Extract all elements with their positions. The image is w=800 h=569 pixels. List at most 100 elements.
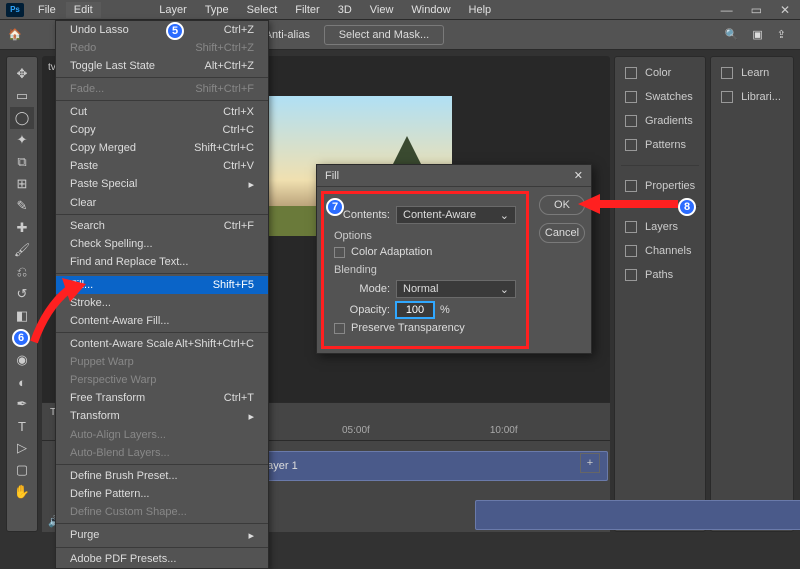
add-track-button[interactable]: + xyxy=(580,453,600,473)
preserve-transparency-checkbox[interactable] xyxy=(334,323,345,334)
panels-col-a: ColorSwatchesGradientsPatternsProperties… xyxy=(614,56,706,532)
home-icon[interactable]: 🏠 xyxy=(8,28,22,41)
bulb-icon xyxy=(721,67,733,79)
menu-3d[interactable]: 3D xyxy=(330,2,360,18)
wand-tool-icon[interactable]: ✦ xyxy=(10,129,34,151)
menu-item-stroke-[interactable]: Stroke... xyxy=(56,294,268,312)
ps-logo-icon: Ps xyxy=(6,3,24,17)
callout-5: 5 xyxy=(166,22,184,40)
menu-item-auto-align-layers-: Auto-Align Layers... xyxy=(56,426,268,444)
menu-layer[interactable]: Layer xyxy=(151,2,195,18)
menu-item-define-pattern-[interactable]: Define Pattern... xyxy=(56,485,268,503)
menu-item-clear[interactable]: Clear xyxy=(56,194,268,212)
share-icon[interactable]: ⇪ xyxy=(777,28,786,41)
palette-icon xyxy=(625,67,637,79)
menubar: Ps File Edit Image Layer Type Select Fil… xyxy=(0,0,800,20)
heal-tool-icon[interactable]: ✚ xyxy=(10,217,34,239)
callout-8: 8 xyxy=(678,198,696,216)
panel-patterns[interactable]: Patterns xyxy=(615,133,705,157)
eyedropper-tool-icon[interactable]: ✎ xyxy=(10,195,34,217)
mode-select[interactable]: Normal⌄ xyxy=(396,280,516,298)
menu-item-copy-merged[interactable]: Copy MergedShift+Ctrl+C xyxy=(56,139,268,157)
window-close-icon[interactable]: ✕ xyxy=(780,3,790,17)
panel-color[interactable]: Color xyxy=(615,61,705,85)
menu-item-adobe-pdf-presets-[interactable]: Adobe PDF Presets... xyxy=(56,550,268,568)
menu-item-auto-blend-layers-: Auto-Blend Layers... xyxy=(56,444,268,462)
dialog-close-icon[interactable]: ✕ xyxy=(574,169,583,182)
menu-item-fill-[interactable]: Fill...Shift+F5 xyxy=(56,276,268,294)
menu-item-copy[interactable]: CopyCtrl+C xyxy=(56,121,268,139)
menu-window[interactable]: Window xyxy=(403,2,458,18)
cancel-button[interactable]: Cancel xyxy=(539,223,585,243)
window-restore-icon[interactable]: ▭ xyxy=(751,3,762,17)
menu-item-content-aware-fill-[interactable]: Content-Aware Fill... xyxy=(56,312,268,330)
move-tool-icon[interactable]: ✥ xyxy=(10,63,34,85)
contents-select[interactable]: Content-Aware⌄ xyxy=(396,206,516,224)
menu-item-purge[interactable]: Purge▸ xyxy=(56,526,268,545)
callout-7: 7 xyxy=(326,198,344,216)
menu-view[interactable]: View xyxy=(362,2,402,18)
select-and-mask-button[interactable]: Select and Mask... xyxy=(324,25,444,45)
path-tool-icon[interactable]: ▷ xyxy=(10,437,34,459)
panel-gradients[interactable]: Gradients xyxy=(615,109,705,133)
options-section: Options xyxy=(334,230,516,242)
panel-layers[interactable]: Layers xyxy=(615,215,705,239)
panel-channels[interactable]: Channels xyxy=(615,239,705,263)
menu-select[interactable]: Select xyxy=(239,2,286,18)
menu-item-check-spelling-[interactable]: Check Spelling... xyxy=(56,235,268,253)
brush-tool-icon[interactable]: 🖌 xyxy=(10,239,34,261)
color-adaptation-label: Color Adaptation xyxy=(351,246,432,258)
menu-item-fade-: Fade...Shift+Ctrl+F xyxy=(56,80,268,98)
arrow-to-fill xyxy=(26,278,86,350)
menu-item-puppet-warp: Puppet Warp xyxy=(56,353,268,371)
menu-file[interactable]: File xyxy=(30,2,64,18)
menu-item-define-brush-preset-[interactable]: Define Brush Preset... xyxy=(56,467,268,485)
opacity-input[interactable] xyxy=(396,302,434,318)
opacity-pct: % xyxy=(440,304,450,316)
menu-item-paste[interactable]: PasteCtrl+V xyxy=(56,157,268,175)
layers-icon xyxy=(625,221,637,233)
menu-item-free-transform[interactable]: Free TransformCtrl+T xyxy=(56,389,268,407)
menu-edit[interactable]: Edit xyxy=(66,2,101,18)
frame-tool-icon[interactable]: ⊞ xyxy=(10,173,34,195)
dodge-tool-icon[interactable]: ◐ xyxy=(10,371,34,393)
menu-item-paste-special[interactable]: Paste Special▸ xyxy=(56,175,268,194)
menu-item-undo-lasso[interactable]: Undo LassoCtrl+Z xyxy=(56,21,268,39)
hand-tool-icon[interactable]: ✋ xyxy=(10,481,34,503)
menu-item-transform[interactable]: Transform▸ xyxy=(56,407,268,426)
blending-section: Blending xyxy=(334,264,516,276)
shape-tool-icon[interactable]: ▢ xyxy=(10,459,34,481)
menu-help[interactable]: Help xyxy=(461,2,500,18)
search-icon[interactable]: 🔍 xyxy=(725,28,739,41)
panel-paths[interactable]: Paths xyxy=(615,263,705,287)
panel-swatches[interactable]: Swatches xyxy=(615,85,705,109)
arrow-to-ok xyxy=(578,192,678,216)
menu-item-cut[interactable]: CutCtrl+X xyxy=(56,103,268,121)
panels-col-b: LearnLibrari... xyxy=(710,56,794,532)
marquee-tool-icon[interactable]: ▭ xyxy=(10,85,34,107)
panel-learn[interactable]: Learn xyxy=(711,61,793,85)
panel-librari-[interactable]: Librari... xyxy=(711,85,793,109)
blur-tool-icon[interactable]: ◉ xyxy=(10,349,34,371)
sliders-icon xyxy=(625,180,637,192)
menu-item-find-and-replace-text-[interactable]: Find and Replace Text... xyxy=(56,253,268,271)
menu-item-content-aware-scale[interactable]: Content-Aware ScaleAlt+Shift+Ctrl+C xyxy=(56,335,268,353)
edit-menu-dropdown: Undo LassoCtrl+ZRedoShift+Ctrl+ZToggle L… xyxy=(55,20,269,569)
type-tool-icon[interactable]: T xyxy=(10,415,34,437)
menu-item-toggle-last-state[interactable]: Toggle Last StateAlt+Ctrl+Z xyxy=(56,57,268,75)
workspace-icon[interactable]: ▣ xyxy=(752,28,762,41)
lasso-tool-icon[interactable]: ◯ xyxy=(10,107,34,129)
dialog-title: Fill xyxy=(325,170,339,182)
menu-item-search[interactable]: SearchCtrl+F xyxy=(56,217,268,235)
menu-filter[interactable]: Filter xyxy=(287,2,327,18)
chevron-down-icon: ⌄ xyxy=(500,209,509,222)
color-adaptation-checkbox[interactable] xyxy=(334,247,345,258)
crop-tool-icon[interactable]: ⧉ xyxy=(10,151,34,173)
opacity-label: Opacity: xyxy=(334,304,390,316)
channels-icon xyxy=(625,245,637,257)
pen-tool-icon[interactable]: ✒ xyxy=(10,393,34,415)
timeline-clip[interactable]: Layer 1 xyxy=(258,451,608,481)
window-minimize-icon[interactable]: — xyxy=(721,3,733,17)
pattern-icon xyxy=(625,139,637,151)
menu-type[interactable]: Type xyxy=(197,2,237,18)
